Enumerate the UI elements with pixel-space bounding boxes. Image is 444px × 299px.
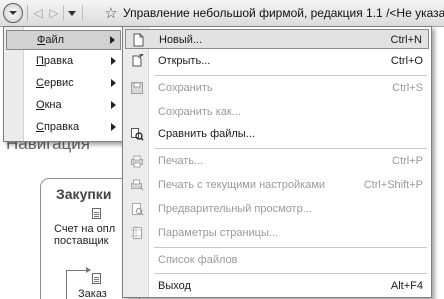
back-arrow-icon[interactable]: ◁ [31,3,45,23]
menu-item-exit[interactable]: Выход Alt+F4 [125,276,429,296]
menu-item-service[interactable]: Сервис [6,74,121,94]
purchases-panel-title: Закупки [56,186,112,202]
menu-item-help[interactable]: Справка [6,118,121,138]
forward-arrow-icon[interactable]: ▷ [47,3,61,23]
new-document-icon [133,33,144,47]
menu-item-shortcut: Ctrl+S [392,82,423,94]
submenu-arrow-icon [111,57,116,65]
main-menu-dropdown: Файл Правка Сервис Окна Справка [3,26,124,142]
menu-item-label: Параметры страницы... [158,227,279,239]
submenu-arrow-icon [110,36,115,44]
print-current-icon [131,179,144,191]
menu-item-print-preview[interactable]: Предварительный просмотр... [125,199,429,219]
page-setup-icon [131,226,143,240]
menu-item-shortcut: Ctrl+Shift+P [363,179,423,191]
menu-item-edit[interactable]: Правка [6,52,121,72]
menu-item-label: Список файлов [158,254,238,266]
menu-item-shortcut: Ctrl+N [390,34,422,46]
submenu-arrow-icon [111,123,116,131]
flow-arrow-icon [86,267,91,273]
submenu-arrow-icon [111,79,116,87]
menu-item-print-current[interactable]: Печать с текущими настройками Ctrl+Shift… [125,175,429,195]
submenu-arrow-icon [111,101,116,109]
menu-item-label: Сравнить файлы... [158,128,255,140]
menu-item-label: Печать с текущими настройками [158,179,326,191]
menu-item-windows[interactable]: Окна [6,96,121,116]
menu-item-label: Сервис [36,77,74,89]
favorites-star-icon[interactable]: ☆ [102,3,120,23]
history-dropdown-icon[interactable] [67,3,77,23]
menu-item-label: Окна [36,99,62,111]
menu-item-save[interactable]: Сохранить Ctrl+S [125,78,429,98]
order-link[interactable]: Заказ [78,288,107,299]
flow-connector [66,270,67,299]
menu-item-save-as[interactable]: Сохранить как... [125,102,429,122]
menu-item-compare-files[interactable]: Сравнить файлы... [125,124,429,144]
menu-item-label: Файл [37,34,65,46]
menu-item-label: Сохранить как... [158,106,241,118]
menu-item-file[interactable]: Файл [6,30,121,50]
menu-separator [154,273,427,274]
menu-separator [154,247,427,248]
menu-separator [154,148,427,149]
menu-separator [154,75,427,76]
menu-item-label: Справка [36,121,80,133]
menu-item-shortcut: Alt+F4 [390,280,423,292]
invoice-document-icon[interactable] [92,208,101,219]
title-bar: ◁ ▷ ☆ Управление небольшой фирмой, редак… [0,0,444,27]
toolbar-separator [27,5,28,21]
menu-item-label: Сохранить [158,82,213,94]
invoice-link[interactable]: Счет на опл поставщик [54,223,115,247]
menu-item-shortcut: Ctrl+O [390,55,423,67]
invoice-label-line1: Счет на опл [54,223,116,235]
menu-item-label: Правка [36,55,74,67]
menu-item-shortcut: Ctrl+P [392,155,423,167]
menu-item-open[interactable]: Открыть... Ctrl+O [125,51,429,71]
print-icon [131,155,143,168]
file-submenu: Новый... Ctrl+N Открыть... Ctrl+O Сохран… [122,26,432,298]
main-menu-icon[interactable] [3,3,23,23]
menu-item-label: Выход [158,280,191,292]
toolbar-separator [82,5,83,21]
menu-item-label: Открыть... [158,55,211,67]
menu-item-label: Новый... [159,34,203,46]
menu-item-label: Печать... [158,155,204,167]
print-preview-icon [132,203,144,216]
save-icon [131,82,143,94]
toolbar-separator [63,5,64,21]
menu-item-recent-files[interactable]: Список файлов [125,250,429,270]
open-folder-icon [132,54,144,67]
menu-item-page-setup[interactable]: Параметры страницы... [125,223,429,243]
menu-item-print[interactable]: Печать... Ctrl+P [125,151,429,171]
menu-item-label: Предварительный просмотр... [158,203,312,215]
order-document-icon[interactable] [92,273,101,284]
menu-item-new[interactable]: Новый... Ctrl+N [125,29,429,49]
compare-files-icon [131,128,144,141]
invoice-label-line2: поставщик [54,235,109,247]
window-title: Управление небольшой фирмой, редакция 1.… [123,6,444,20]
